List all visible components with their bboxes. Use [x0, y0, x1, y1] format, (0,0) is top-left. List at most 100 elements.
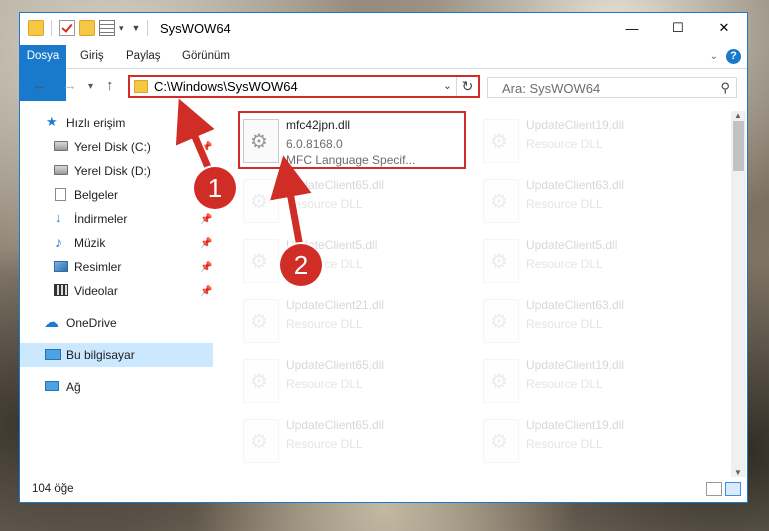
sidebar-item-label: Yerel Disk (D:) — [74, 164, 151, 178]
dll-file-icon — [483, 239, 519, 283]
vertical-scrollbar[interactable]: ▲ ▼ — [731, 111, 746, 477]
tiles-view-icon[interactable] — [725, 482, 741, 496]
pin-icon[interactable]: 📌 — [200, 286, 212, 297]
new-folder-icon[interactable] — [79, 20, 95, 36]
video-icon — [54, 284, 68, 296]
sidebar-item-label: Belgeler — [74, 188, 119, 202]
sidebar-item-label: Hızlı erişim — [66, 116, 126, 130]
window-title: SysWOW64 — [160, 21, 231, 36]
tab-home[interactable]: Giriş — [80, 45, 104, 68]
file-item[interactable]: UpdateClient21.dll Resource DLL — [241, 295, 471, 351]
sidebar-item-network[interactable]: Ağ — [20, 375, 213, 399]
pin-icon[interactable]: 📌 — [200, 214, 212, 225]
file-type: Resource DLL — [526, 317, 603, 331]
customize-icon[interactable] — [99, 20, 115, 36]
pin-icon[interactable]: 📌 — [200, 262, 212, 273]
sidebar-item-videos[interactable]: Videolar 📌 — [20, 279, 213, 303]
file-name: UpdateClient21.dll — [286, 298, 385, 312]
back-icon[interactable]: ← — [32, 77, 47, 94]
sidebar-item-onedrive[interactable]: ☁ OneDrive — [20, 311, 213, 335]
file-item[interactable]: UpdateClient65.dll Resource DLL — [241, 415, 471, 471]
dll-file-icon — [243, 239, 279, 283]
search-icon[interactable]: ⚲ — [720, 80, 730, 96]
file-item[interactable]: UpdateClient19.dll Resource DLL — [481, 115, 711, 171]
sidebar-item-label: Videolar — [74, 284, 118, 298]
file-name: UpdateClient65.dll — [286, 178, 385, 192]
file-item[interactable]: UpdateClient19.dll Resource DLL — [481, 415, 711, 471]
details-view-icon[interactable] — [706, 482, 722, 496]
file-name: UpdateClient5.dll — [526, 238, 618, 252]
file-name: UpdateClient19.dll — [526, 118, 625, 132]
sidebar-item-disk-c[interactable]: Yerel Disk (C:) 📌 — [20, 135, 213, 159]
pc-icon — [45, 349, 61, 360]
file-name: UpdateClient65.dll — [286, 358, 385, 372]
network-icon — [45, 381, 59, 391]
scroll-up-icon[interactable]: ▲ — [734, 111, 742, 120]
quick-access-dropdown-icon[interactable]: ▼ — [132, 23, 141, 33]
ribbon-tabs: Dosya Giriş Paylaş Görünüm ⌄ ? — [20, 45, 747, 101]
file-item[interactable]: UpdateClient65.dll Resource DLL — [241, 355, 471, 411]
file-type: Resource DLL — [286, 197, 363, 211]
file-item[interactable]: UpdateClient63.dll Resource DLL — [481, 295, 711, 351]
sidebar-item-label: Resimler — [74, 260, 122, 274]
dll-file-icon — [243, 299, 279, 343]
file-item[interactable]: UpdateClient65.dll Resource DLL — [241, 175, 471, 231]
sidebar-item-music[interactable]: ♪ Müzik 📌 — [20, 231, 213, 255]
chevron-down-icon[interactable]: ▾ — [119, 23, 124, 34]
minimize-icon[interactable]: — — [609, 13, 655, 43]
cloud-icon: ☁ — [44, 314, 59, 331]
address-bar[interactable]: C:\Windows\SysWOW64 ⌄ ↻ — [128, 75, 480, 98]
file-highlight-box — [238, 111, 466, 169]
title-bar: ▾ ▼ SysWOW64 — ☐ ✕ — [20, 13, 747, 45]
sidebar-item-label: Ağ — [66, 380, 81, 394]
pin-icon[interactable]: 📌 — [200, 142, 212, 153]
address-path[interactable]: C:\Windows\SysWOW64 — [154, 79, 298, 94]
file-type: Resource DLL — [526, 377, 603, 391]
disk-icon — [54, 165, 68, 175]
dll-file-icon — [243, 359, 279, 403]
sidebar-item-pictures[interactable]: Resimler 📌 — [20, 255, 213, 279]
file-item[interactable]: UpdateClient5.dll Resource DLL — [481, 235, 711, 291]
file-type: Resource DLL — [286, 317, 363, 331]
navigation-bar: ← → ▾ ↑ C:\Windows\SysWOW64 ⌄ ↻ Ara: Sys… — [20, 71, 747, 101]
file-name: UpdateClient63.dll — [526, 298, 625, 312]
close-icon[interactable]: ✕ — [701, 13, 747, 43]
maximize-icon[interactable]: ☐ — [655, 13, 701, 43]
status-bar: 104 öğe — [20, 478, 747, 502]
recent-locations-icon[interactable]: ▾ — [88, 81, 93, 92]
item-count: 104 öğe — [32, 483, 74, 495]
disk-icon — [54, 141, 68, 151]
step-badge-2: 2 — [280, 244, 322, 286]
expand-ribbon-icon[interactable]: ⌄ — [710, 51, 718, 62]
file-item[interactable]: UpdateClient19.dll Resource DLL — [481, 355, 711, 411]
file-explorer-window: ▾ ▼ SysWOW64 — ☐ ✕ Dosya Giriş Paylaş Gö… — [19, 12, 748, 503]
sidebar-item-downloads[interactable]: ↓ İndirmeler 📌 — [20, 207, 213, 231]
document-icon — [55, 188, 66, 201]
sidebar-item-documents[interactable]: Belgeler — [20, 183, 213, 207]
address-dropdown-icon[interactable]: ⌄ — [443, 79, 452, 92]
scroll-down-icon[interactable]: ▼ — [734, 468, 742, 477]
file-item[interactable]: UpdateClient5.dll Resource DLL — [241, 235, 471, 291]
up-icon[interactable]: ↑ — [106, 77, 114, 94]
file-item[interactable]: UpdateClient63.dll Resource DLL — [481, 175, 711, 231]
dll-file-icon — [483, 119, 519, 163]
dll-file-icon — [243, 419, 279, 463]
sidebar-item-label: İndirmeler — [74, 212, 128, 226]
scrollbar-thumb[interactable] — [733, 121, 744, 171]
navigation-pane: ★ Hızlı erişim Yerel Disk (C:) 📌 Yerel D… — [20, 111, 213, 476]
sidebar-item-quick-access[interactable]: ★ Hızlı erişim — [20, 111, 213, 135]
search-input[interactable]: Ara: SysWOW64 ⚲ — [487, 77, 737, 98]
refresh-icon[interactable]: ↻ — [456, 77, 478, 96]
help-icon[interactable]: ? — [726, 49, 741, 64]
sidebar-item-disk-d[interactable]: Yerel Disk (D:) 📌 — [20, 159, 213, 183]
view-switcher — [706, 482, 741, 496]
properties-check-icon[interactable] — [59, 20, 75, 36]
forward-icon[interactable]: → — [62, 77, 77, 94]
tab-share[interactable]: Paylaş — [126, 45, 161, 68]
sidebar-item-this-pc[interactable]: Bu bilgisayar — [20, 343, 213, 367]
pin-icon[interactable]: 📌 — [200, 238, 212, 249]
download-icon: ↓ — [55, 210, 62, 225]
pictures-icon — [54, 261, 68, 272]
tab-view[interactable]: Görünüm — [182, 45, 230, 68]
file-type: Resource DLL — [286, 377, 363, 391]
